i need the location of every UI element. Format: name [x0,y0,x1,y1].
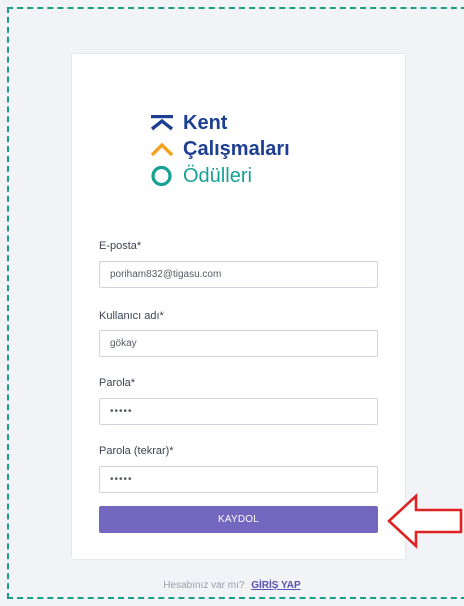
logo-text-odulleri: Ödülleri [183,165,252,187]
password-confirm-field[interactable] [99,466,378,493]
brand-logo: Kent Çalışmaları Ödülleri [149,112,319,197]
email-label: E-posta* [99,240,142,252]
password-field[interactable] [99,398,378,425]
kent-logo-icon [150,115,174,187]
red-arrow-icon [387,493,463,549]
register-button[interactable]: KAYDOL [99,506,378,533]
username-field[interactable] [99,330,378,357]
logo-text-kent: Kent [183,112,228,134]
email-field[interactable] [99,261,378,288]
logo-text-calismalari: Çalışmaları [183,138,290,160]
login-question: Hesabınız var mı? [163,580,245,591]
password-label: Parola* [99,377,136,389]
password-confirm-label: Parola (tekrar)* [99,445,174,457]
login-link[interactable]: GİRİŞ YAP [251,580,300,591]
login-prompt: Hesabınız var mı? GİRİŞ YAP [0,580,464,591]
username-label: Kullanıcı adı* [99,310,164,322]
